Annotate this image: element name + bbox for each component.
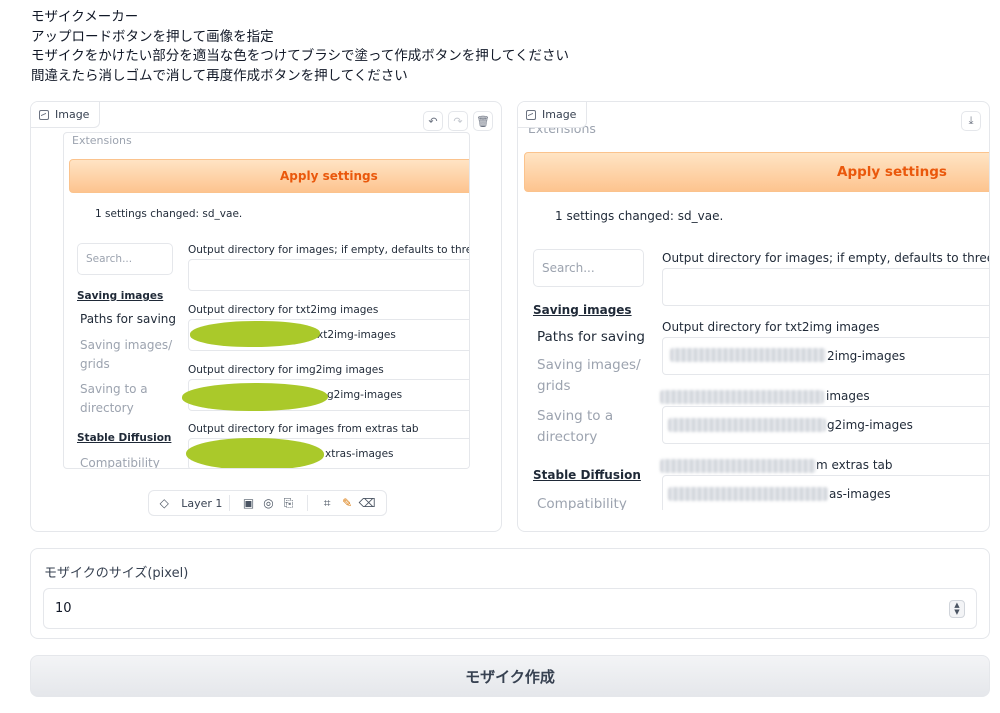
redo-icon[interactable]: ↷: [448, 111, 468, 131]
brush-stroke: [190, 321, 320, 347]
instruction-line: モザイクをかけたい部分を適当な色をつけてブラシで塗って作成ボタンを押してください: [31, 48, 569, 64]
screenshot-nav-saving-images: Saving images: [77, 290, 164, 302]
screenshot-field-label-tail: images: [826, 389, 870, 403]
mosaic-region: [660, 390, 824, 404]
output-image-panel: Image ⤓ Extensions Apply settings 1 sett…: [517, 101, 990, 532]
mosaic-region: [668, 418, 826, 432]
screenshot-apply-button: Apply settings: [524, 152, 989, 192]
screenshot-field-label: Output directory for images; if empty, d…: [662, 251, 989, 265]
screenshot-nav-grids: Saving images/ grids: [537, 357, 641, 394]
instruction-line: 間違えたら消しゴムで消して再度作成ボタンを押してください: [31, 67, 408, 84]
output-actions: ⤓: [961, 111, 981, 131]
clipboard-icon[interactable]: ⎘: [279, 496, 297, 511]
screenshot-search: Search...: [77, 243, 173, 275]
image-icon: [39, 109, 49, 120]
mosaic-size-value: 10: [55, 601, 72, 616]
image-icon: [526, 109, 536, 120]
brush-icon[interactable]: ✎: [338, 496, 356, 510]
screenshot-changed-text: 1 settings changed: sd_vae.: [555, 209, 724, 223]
brush-stroke: [182, 383, 328, 411]
panel-label: Image: [518, 102, 588, 128]
mosaic-size-label: モザイクのサイズ(pixel): [44, 566, 189, 581]
eraser-icon[interactable]: ⌫: [358, 496, 376, 510]
screenshot-nav-stable-diffusion: Stable Diffusion: [77, 432, 172, 444]
undo-icon[interactable]: ↶: [423, 111, 443, 131]
uploaded-image[interactable]: Extensions Apply settings 1 settings cha…: [63, 132, 470, 469]
screenshot-nav-grids: Saving images/ grids: [80, 338, 173, 371]
mosaic-region: [660, 459, 816, 473]
layer-selector[interactable]: ◇ Layer 1: [149, 491, 229, 515]
intro-text: モザイクメーカー アップロードボタンを押して画像を指定 モザイクをかけたい部分を…: [31, 8, 569, 86]
mosaic-region: [670, 348, 826, 362]
screenshot-field-label: Output directory for txt2img images: [662, 320, 880, 334]
editor-actions: ↶ ↷ 🗑: [423, 111, 493, 131]
screenshot-nav-dir: Saving to a directory: [537, 408, 614, 445]
screenshot-search: Search...: [533, 249, 644, 287]
screenshot-field-value: xtras-images: [325, 448, 394, 460]
layer-toolbar: ◇ Layer 1 ▣ ◎ ⎘ ⌗ ✎ ⌫: [148, 490, 387, 516]
download-icon[interactable]: ⤓: [961, 111, 981, 131]
mosaic-size-input[interactable]: 10 ▲ ▼: [43, 588, 977, 629]
panel-label-text: Image: [55, 108, 90, 121]
create-mosaic-button[interactable]: モザイク作成: [30, 655, 990, 697]
screenshot-nav-saving-images: Saving images: [533, 303, 632, 317]
screenshot-nav-paths: Paths for saving: [80, 312, 177, 326]
brush-stroke: [186, 438, 324, 468]
screenshot-field-label: Output directory for images; if empty, d…: [188, 244, 469, 256]
screenshot-field-label: Output directory for images from extras …: [188, 423, 419, 435]
mosaic-size-block: モザイクのサイズ(pixel) 10 ▲ ▼: [30, 548, 990, 639]
trash-icon[interactable]: 🗑: [473, 111, 493, 131]
screenshot-field-label: Output directory for txt2img images: [188, 304, 379, 316]
screenshot-field-value: g2img-images: [327, 389, 403, 401]
layer-label: Layer 1: [181, 496, 223, 510]
screenshot-extensions: Extensions: [72, 134, 132, 147]
instruction-line: アップロードボタンを押して画像を指定: [31, 28, 274, 45]
chevron-down-icon[interactable]: ▼: [954, 609, 959, 616]
screenshot-nav-compat: Compatibility: [537, 496, 627, 510]
screenshot-field-value: xt2img-images: [317, 329, 396, 341]
screenshot-nav-compat: Compatibility: [80, 456, 160, 469]
panel-label-text: Image: [542, 108, 577, 121]
screenshot-field-label-tail: m extras tab: [816, 458, 893, 472]
webcam-icon[interactable]: ◎: [259, 496, 277, 510]
app-title: モザイクメーカー: [31, 9, 139, 25]
input-image-panel[interactable]: Image ↶ ↷ 🗑 Extensions Apply settings 1 …: [30, 101, 502, 532]
screenshot-field-value: 2img-images: [827, 349, 906, 363]
screenshot-field: [188, 259, 469, 291]
panel-label: Image: [31, 102, 101, 128]
number-stepper[interactable]: ▲ ▼: [949, 600, 965, 618]
image-upload-icon[interactable]: ▣: [239, 496, 257, 510]
screenshot-changed-text: 1 settings changed: sd_vae.: [95, 208, 243, 220]
screenshot-field-value: g2img-images: [827, 418, 913, 432]
screenshot-nav-stable-diffusion: Stable Diffusion: [533, 468, 641, 482]
screenshot-field-label: Output directory for img2img images: [188, 364, 384, 376]
result-image: Extensions Apply settings 1 settings cha…: [518, 118, 989, 510]
screenshot-field: [662, 268, 989, 306]
layers-icon: ◇: [159, 496, 169, 510]
screenshot-nav-paths: Paths for saving: [537, 329, 646, 345]
screenshot-nav-dir: Saving to a directory: [80, 382, 148, 415]
crop-icon[interactable]: ⌗: [318, 496, 336, 511]
mosaic-region: [668, 487, 828, 501]
screenshot-field-value: as-images: [829, 487, 891, 501]
screenshot-apply-button: Apply settings: [69, 159, 469, 193]
